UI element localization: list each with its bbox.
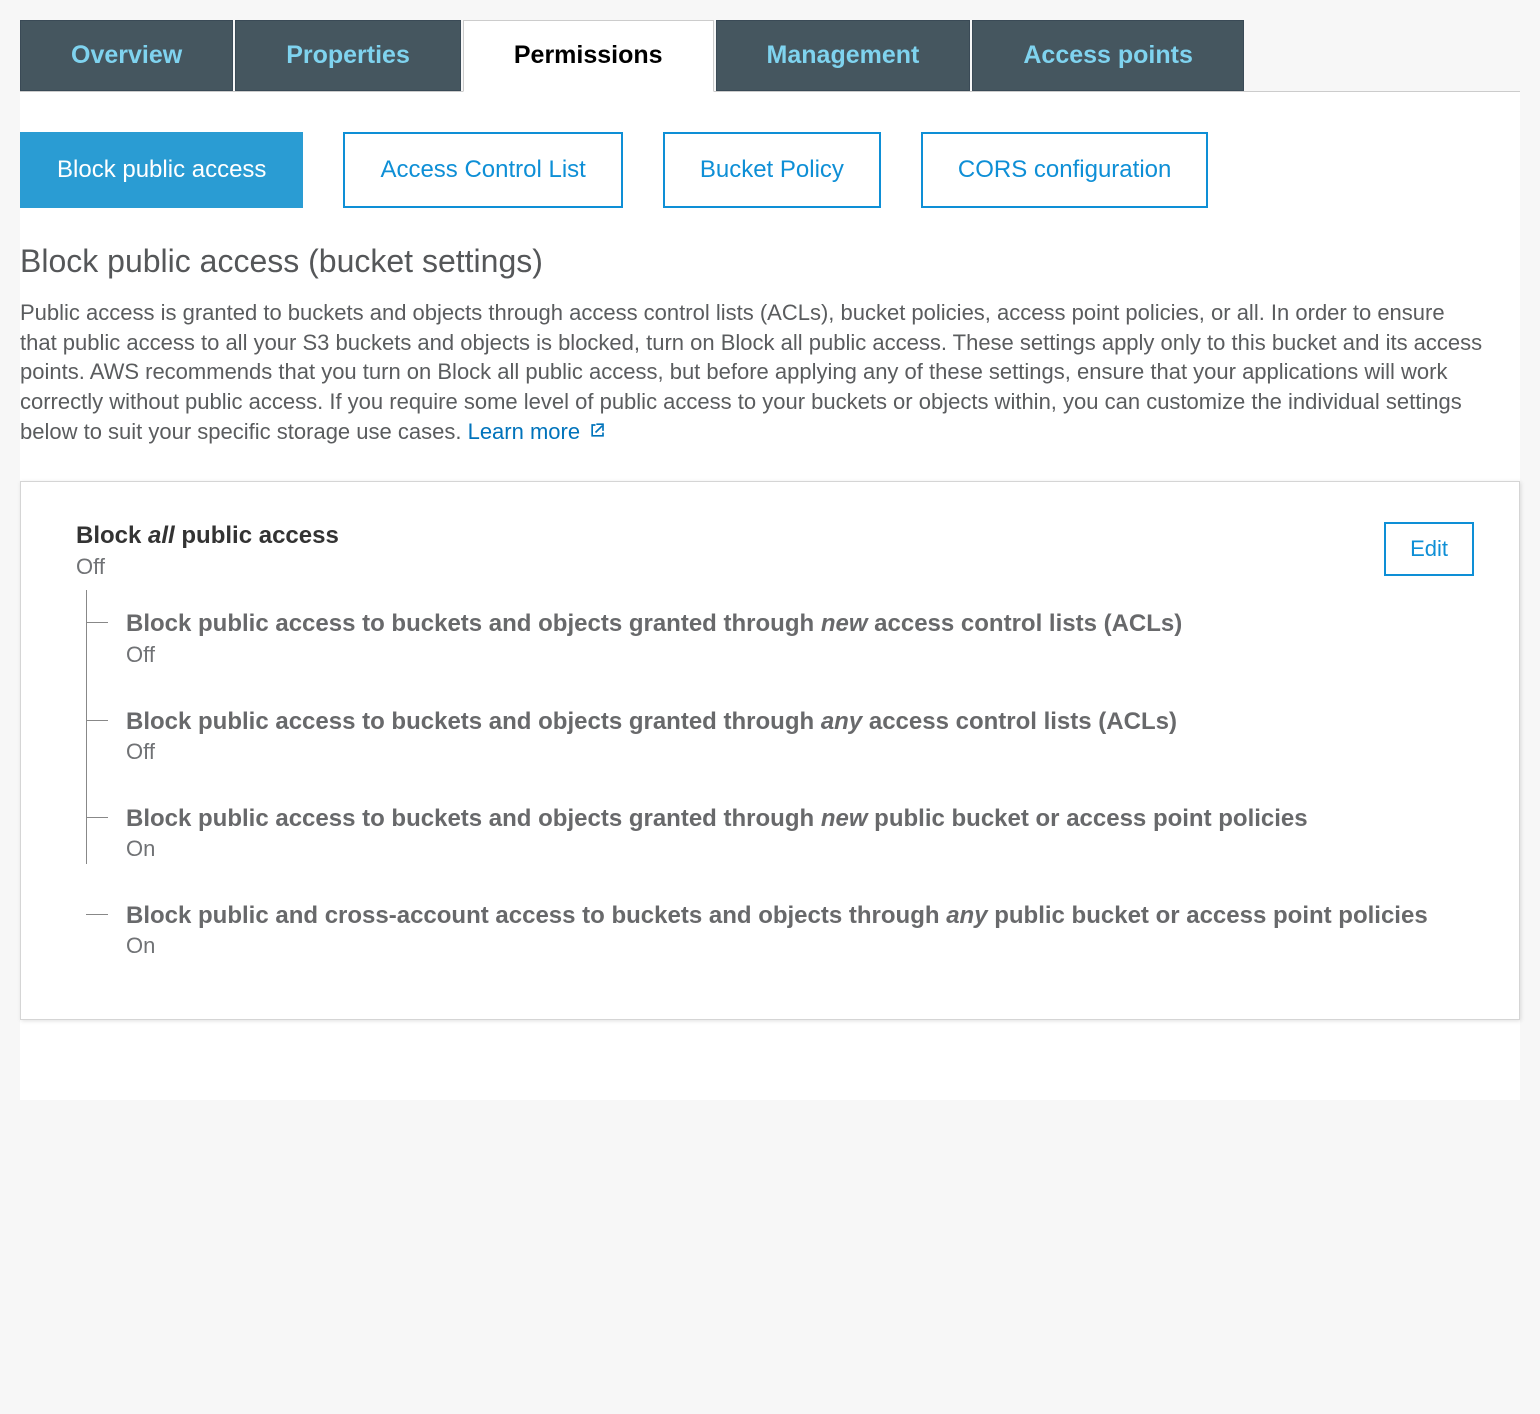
setting-item-new-policies: Block public access to buckets and objec… (126, 803, 1474, 862)
tab-management[interactable]: Management (716, 20, 971, 91)
setting-prefix: Block public access to buckets and objec… (126, 805, 821, 832)
setting-item-any-policies: Block public and cross-account access to… (126, 900, 1474, 959)
setting-italic: new (821, 805, 868, 832)
setting-prefix: Block public access to buckets and objec… (126, 708, 821, 735)
tab-overview[interactable]: Overview (20, 20, 233, 91)
block-all-suffix: public access (175, 522, 339, 549)
block-all-italic: all (148, 522, 175, 549)
block-all-prefix: Block (76, 522, 148, 549)
learn-more-link[interactable]: Learn more (468, 419, 609, 444)
setting-suffix: public bucket or access point policies (988, 902, 1428, 929)
setting-item-new-acls: Block public access to buckets and objec… (126, 608, 1474, 667)
setting-status: On (126, 933, 1474, 959)
setting-italic: any (821, 708, 862, 735)
block-all-title: Block all public access (76, 522, 339, 550)
setting-status: On (126, 836, 1474, 862)
tab-properties[interactable]: Properties (235, 20, 461, 91)
tab-access-points[interactable]: Access points (972, 20, 1244, 91)
setting-italic: new (821, 610, 868, 637)
setting-title: Block public access to buckets and objec… (126, 608, 1474, 639)
subtab-access-control-list[interactable]: Access Control List (343, 132, 622, 208)
section-title: Block public access (bucket settings) (20, 243, 1520, 280)
top-tabs: Overview Properties Permissions Manageme… (20, 20, 1520, 92)
panel-header: Block all public access Off Edit (76, 522, 1474, 590)
section-description: Public access is granted to buckets and … (20, 298, 1485, 447)
subtab-block-public-access[interactable]: Block public access (20, 132, 303, 208)
setting-suffix: public bucket or access point policies (868, 805, 1308, 832)
sub-tabs: Block public access Access Control List … (20, 132, 1520, 208)
description-text: Public access is granted to buckets and … (20, 300, 1482, 444)
external-link-icon (588, 418, 608, 448)
setting-status: Off (126, 642, 1474, 668)
subtab-cors-configuration[interactable]: CORS configuration (921, 132, 1208, 208)
setting-prefix: Block public and cross-account access to… (126, 902, 946, 929)
setting-status: Off (126, 739, 1474, 765)
setting-title: Block public and cross-account access to… (126, 900, 1474, 931)
subtab-bucket-policy[interactable]: Bucket Policy (663, 132, 881, 208)
block-public-access-panel: Block all public access Off Edit Block p… (20, 481, 1520, 1020)
setting-item-any-acls: Block public access to buckets and objec… (126, 706, 1474, 765)
setting-title: Block public access to buckets and objec… (126, 706, 1474, 737)
setting-italic: any (946, 902, 987, 929)
edit-button[interactable]: Edit (1384, 522, 1474, 576)
setting-title: Block public access to buckets and objec… (126, 803, 1474, 834)
learn-more-label: Learn more (468, 419, 581, 444)
block-all-status: Off (76, 554, 339, 580)
setting-prefix: Block public access to buckets and objec… (126, 610, 821, 637)
setting-suffix: access control lists (ACLs) (862, 708, 1177, 735)
tab-permissions[interactable]: Permissions (463, 20, 714, 92)
block-all-group: Block all public access Off (76, 522, 339, 590)
settings-tree: Block public access to buckets and objec… (86, 590, 1474, 959)
main-content: Block public access Access Control List … (20, 92, 1520, 1100)
setting-suffix: access control lists (ACLs) (868, 610, 1183, 637)
